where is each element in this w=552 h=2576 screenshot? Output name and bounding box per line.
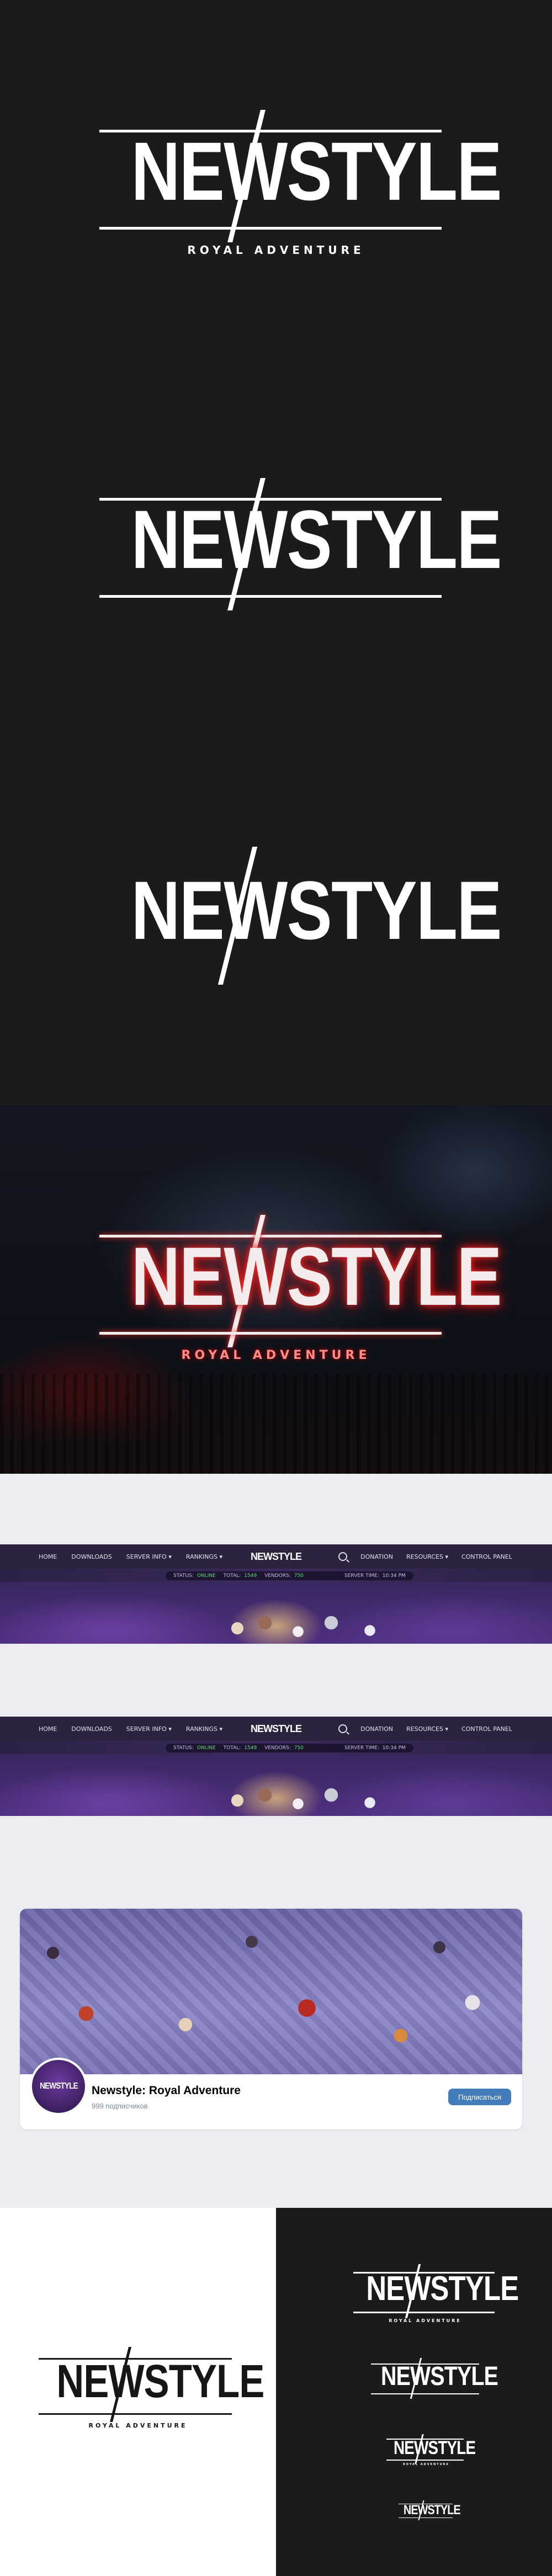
light-logo-panel: NEWSTYLE ROYAL ADVENTURE: [0, 2208, 276, 2576]
nav-donation[interactable]: DONATION: [360, 1553, 393, 1560]
logo-size-xsmall: NEWSTYLE: [399, 2500, 461, 2522]
logo-section-plain: NEWSTYLE: [0, 736, 552, 1105]
total-value: 1549: [244, 1745, 257, 1751]
community-avatar[interactable]: NEWSTYLE: [30, 2058, 87, 2115]
logo-bottom-rule: [399, 2517, 453, 2518]
hero-cityscape: [0, 1374, 552, 1474]
status-label: STATUS:: [173, 1573, 194, 1579]
logo-dark-on-light: NEWSTYLE ROYAL ADVENTURE: [39, 2346, 264, 2434]
total-label: TOTAL:: [223, 1745, 241, 1751]
logo-size-medium: NEWSTYLE: [371, 2357, 498, 2403]
status-bar: STATUS: ONLINE TOTAL: 1549 VENDORS: 750 …: [0, 1569, 552, 1582]
banner-characters: [221, 1767, 392, 1816]
logo-full: NEWSTYLE ROYAL ADVENTURE: [99, 108, 502, 268]
vendors-value: 750: [294, 1573, 304, 1579]
logo-bottom-rule: [99, 595, 442, 598]
logo-bottom-rule: [353, 2312, 495, 2313]
logo-bottom-rule: [371, 2393, 479, 2394]
server-time-label: SERVER TIME:: [344, 1745, 379, 1751]
logo-wordmark: NEWSTYLE: [131, 1230, 502, 1322]
logo-glow: NEWSTYLE ROYAL ADVENTURE: [99, 1213, 502, 1373]
status-value: ONLINE: [197, 1573, 216, 1579]
dark-logo-panel: NEWSTYLE ROYAL ADVENTURE NEWSTYLE NEWSTY…: [276, 2208, 552, 2576]
logo-tagline: ROYAL ADVENTURE: [402, 2463, 450, 2466]
community-card: NEWSTYLE Newstyle: Royal Adventure 999 п…: [20, 1909, 522, 2129]
logo-rules: NEWSTYLE: [99, 476, 502, 619]
site-header-mockup-2: HOME DOWNLOADS SERVER INFO ▾ RANKINGS ▾ …: [0, 1717, 552, 1816]
logo-bottom-rule: [386, 2460, 464, 2461]
logo-plain: NEWSTYLE: [99, 847, 502, 990]
search-icon[interactable]: [338, 1552, 348, 1561]
nav-resources[interactable]: RESOURCES ▾: [406, 1553, 448, 1560]
logo-size-large: NEWSTYLE ROYAL ADVENTURE: [353, 2263, 519, 2327]
subscriber-count[interactable]: 999 подписчиков: [92, 2102, 148, 2110]
site-banner: [0, 1754, 552, 1816]
search-icon[interactable]: [338, 1724, 348, 1733]
logo-size-small: NEWSTYLE ROYAL ADVENTURE: [386, 2434, 476, 2467]
logo-wordmark: NEWSTYLE: [404, 2503, 461, 2517]
nav-control-panel[interactable]: CONTROL PANEL: [461, 1725, 512, 1733]
status-bar: STATUS: ONLINE TOTAL: 1549 VENDORS: 750 …: [0, 1741, 552, 1754]
site-header-mockup-1: HOME DOWNLOADS SERVER INFO ▾ RANKINGS ▾ …: [0, 1544, 552, 1644]
logo-tagline: ROYAL ADVENTURE: [389, 2318, 461, 2323]
nav-right-group: DONATION RESOURCES ▾ CONTROL PANEL: [338, 1717, 512, 1741]
server-time-label: SERVER TIME:: [344, 1573, 379, 1579]
top-nav: HOME DOWNLOADS SERVER INFO ▾ RANKINGS ▾ …: [0, 1717, 552, 1741]
logo-section-full: NEWSTYLE ROYAL ADVENTURE: [0, 0, 552, 368]
server-time-value: 10:34 PM: [382, 1745, 406, 1751]
nav-resources[interactable]: RESOURCES ▾: [406, 1725, 448, 1733]
banner-characters: [221, 1595, 392, 1644]
logo-wordmark: NEWSTYLE: [131, 125, 502, 217]
status-value: ONLINE: [197, 1745, 216, 1751]
mockups-section: HOME DOWNLOADS SERVER INFO ▾ RANKINGS ▾ …: [0, 1474, 552, 2208]
server-time-value: 10:34 PM: [382, 1573, 406, 1579]
subscribe-button[interactable]: Подписаться: [448, 2089, 511, 2105]
logo-wordmark: NEWSTYLE: [131, 864, 502, 957]
server-status: STATUS: ONLINE TOTAL: 1549 VENDORS: 750 …: [166, 1571, 413, 1580]
logo-bottom-rule: [99, 227, 442, 230]
nav-right-group: DONATION RESOURCES ▾ CONTROL PANEL: [338, 1544, 512, 1569]
logo-tagline: ROYAL ADVENTURE: [187, 243, 365, 257]
logo-bottom-rule: [39, 2413, 232, 2415]
logo-wordmark: NEWSTYLE: [366, 2270, 519, 2308]
status-label: STATUS:: [173, 1745, 194, 1751]
hero-artwork: NEWSTYLE ROYAL ADVENTURE: [0, 1105, 552, 1474]
total-label: TOTAL:: [223, 1573, 241, 1579]
vendors-label: VENDORS:: [264, 1745, 291, 1751]
site-banner: [0, 1582, 552, 1644]
logo-wordmark: NEWSTYLE: [381, 2362, 498, 2391]
nav-control-panel[interactable]: CONTROL PANEL: [461, 1553, 512, 1560]
logo-section-rules: NEWSTYLE: [0, 368, 552, 736]
vendors-value: 750: [294, 1745, 304, 1751]
total-value: 1549: [244, 1573, 257, 1579]
server-status: STATUS: ONLINE TOTAL: 1549 VENDORS: 750 …: [166, 1744, 413, 1752]
logo-tagline: ROYAL ADVENTURE: [181, 1348, 371, 1362]
community-cover-image: [20, 1909, 522, 2074]
vendors-label: VENDORS:: [264, 1573, 291, 1579]
community-name[interactable]: Newstyle: Royal Adventure: [92, 2084, 241, 2097]
avatar-wordmark: NEWSTYLE: [39, 2081, 78, 2091]
logo-tagline: ROYAL ADVENTURE: [88, 2422, 188, 2429]
logo-wordmark: NEWSTYLE: [393, 2437, 476, 2458]
nav-donation[interactable]: DONATION: [360, 1725, 393, 1733]
logo-variants-section: NEWSTYLE ROYAL ADVENTURE NEWSTYLE ROYAL …: [0, 2208, 552, 2576]
logo-wordmark: NEWSTYLE: [56, 2355, 264, 2407]
logo-wordmark: NEWSTYLE: [131, 493, 502, 586]
logo-bottom-rule: [99, 1332, 442, 1335]
top-nav: HOME DOWNLOADS SERVER INFO ▾ RANKINGS ▾ …: [0, 1544, 552, 1569]
